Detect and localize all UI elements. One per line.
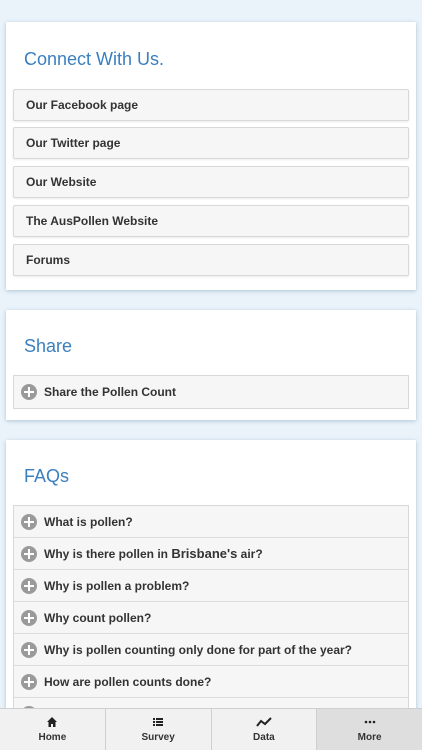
faq-label: Why is pollen a problem? xyxy=(44,579,190,593)
faq-label: Why is pollen counting only done for par… xyxy=(44,643,353,657)
share-card: Share Share the Pollen Count xyxy=(6,310,416,420)
faq-item[interactable]: Why is there pollen in Brisbane's air? xyxy=(14,538,408,570)
website-link-button[interactable]: Our Website xyxy=(13,166,409,198)
share-pollen-count-label: Share the Pollen Count xyxy=(44,385,177,399)
more-icon xyxy=(364,716,376,732)
faq-label: Why is there pollen in Brisbane's air? xyxy=(44,546,263,561)
nav-home-label: Home xyxy=(38,732,67,743)
plus-icon xyxy=(21,642,37,658)
faqs-list: What is pollen? Why is there pollen in B… xyxy=(13,505,409,708)
faq-item[interactable]: Why is pollen a problem? xyxy=(14,570,408,602)
trend-icon xyxy=(256,716,272,732)
faqs-card: FAQs What is pollen? Why is there pollen… xyxy=(6,440,416,708)
faqs-title: FAQs xyxy=(24,466,70,486)
plus-icon xyxy=(21,384,37,400)
plus-icon xyxy=(21,674,37,690)
share-collapsible[interactable]: Share the Pollen Count xyxy=(13,375,409,409)
twitter-link-button[interactable]: Our Twitter page xyxy=(13,127,409,159)
plus-icon xyxy=(21,578,37,594)
faq-item[interactable]: How are pollen counts done? xyxy=(14,666,408,698)
forums-link-button[interactable]: Forums xyxy=(13,244,409,276)
plus-icon xyxy=(21,546,37,562)
faq-item[interactable] xyxy=(14,698,408,708)
connect-card: Connect With Us. Our Facebook page Our T… xyxy=(6,22,416,290)
nav-data-label: Data xyxy=(253,732,275,743)
faq-label: How are pollen counts done? xyxy=(44,675,212,689)
bottom-nav: Home Survey Data More xyxy=(0,708,422,750)
nav-survey[interactable]: Survey xyxy=(106,709,212,750)
faq-item[interactable]: Why is pollen counting only done for par… xyxy=(14,634,408,666)
nav-data[interactable]: Data xyxy=(212,709,318,750)
content-scroll[interactable]: Connect With Us. Our Facebook page Our T… xyxy=(0,0,422,708)
faq-label: What is pollen? xyxy=(44,515,133,529)
plus-icon xyxy=(21,610,37,626)
auspollen-link-button[interactable]: The AusPollen Website xyxy=(13,205,409,237)
faq-item[interactable]: Why count pollen? xyxy=(14,602,408,634)
list-icon xyxy=(152,716,164,732)
nav-more-label: More xyxy=(357,732,382,743)
home-icon xyxy=(46,716,58,732)
connect-title: Connect With Us. xyxy=(24,49,165,69)
plus-icon xyxy=(21,514,37,530)
nav-home[interactable]: Home xyxy=(0,709,106,750)
faq-item[interactable]: What is pollen? xyxy=(14,506,408,538)
faq-label: Why count pollen? xyxy=(44,611,152,625)
share-title: Share xyxy=(24,336,73,356)
share-pollen-count-item[interactable]: Share the Pollen Count xyxy=(14,376,408,408)
nav-more[interactable]: More xyxy=(317,709,422,750)
facebook-link-button[interactable]: Our Facebook page xyxy=(13,89,409,121)
nav-survey-label: Survey xyxy=(141,732,175,743)
